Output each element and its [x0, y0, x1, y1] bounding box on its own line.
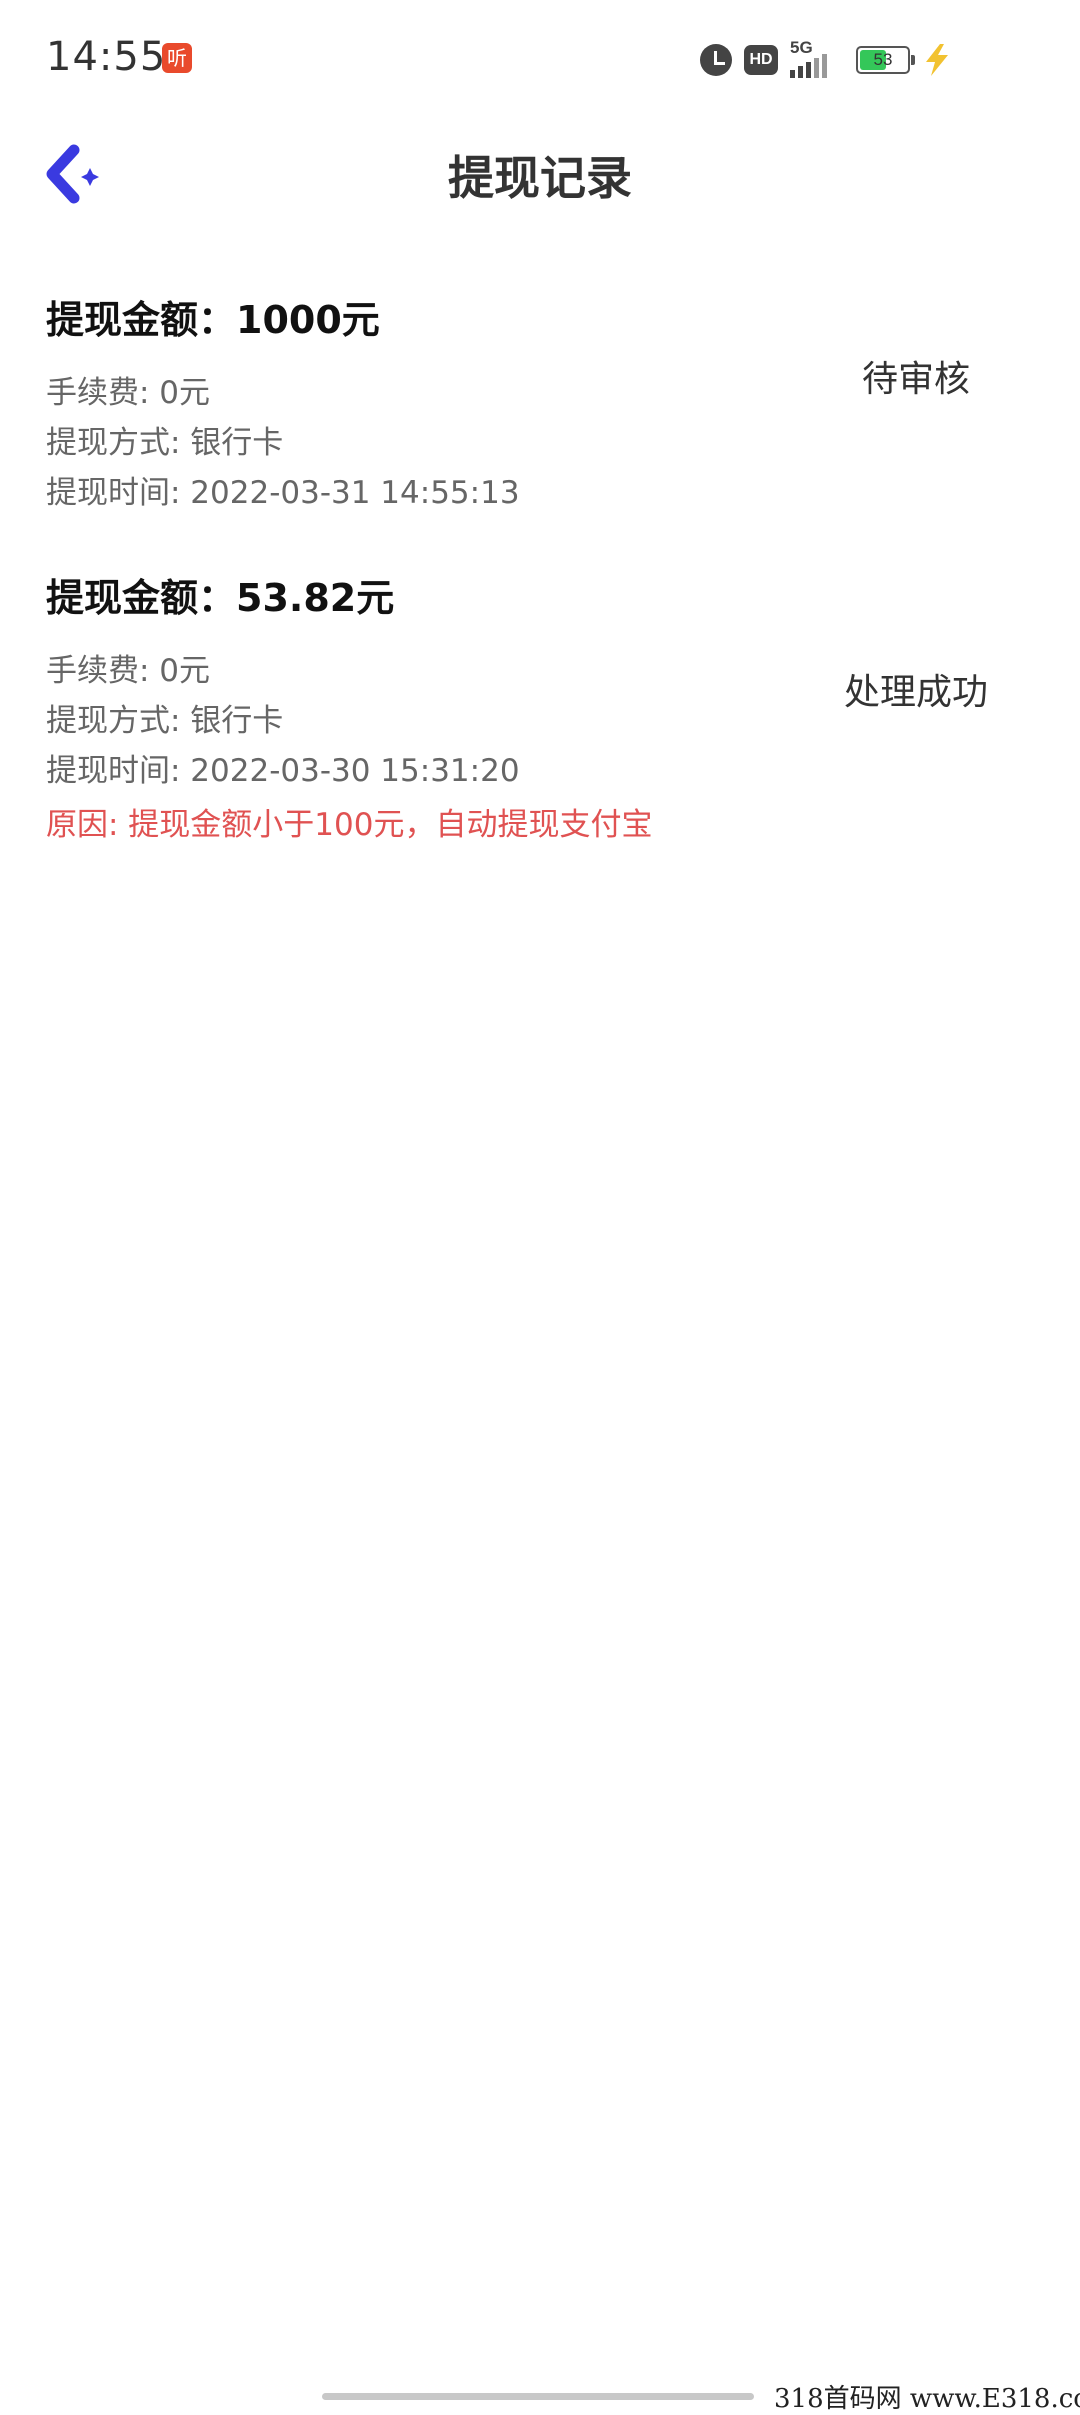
status-icons: HD 5G 53 — [700, 38, 952, 80]
hd-icon: HD — [744, 45, 778, 75]
network-type: 5G — [790, 38, 813, 57]
battery-level: 53 — [873, 50, 893, 69]
record-status: 待审核 — [861, 359, 970, 400]
withdrawal-record: 提现金额：53.82元 手续费: 0元 提现方式: 银行卡 提现时间: 2022… — [46, 568, 1046, 854]
record-amount: 提现金额：1000元 — [46, 298, 380, 342]
status-bar: 14:55 听 HD 5G 53 — [0, 0, 1080, 120]
home-indicator[interactable] — [322, 2393, 754, 2400]
signal-icon: 5G — [790, 38, 838, 78]
watermark: 318首码网 www.E318.com — [774, 2384, 1080, 2414]
listen-app-icon: 听 — [162, 43, 192, 73]
signal-bar — [798, 66, 803, 78]
record-time: 提现时间: 2022-03-30 15:31:20 — [46, 753, 520, 789]
battery-tip — [911, 55, 915, 65]
page-title: 提现记录 — [448, 151, 632, 205]
charging-bolt-icon — [926, 44, 948, 76]
signal-bar — [806, 62, 811, 78]
record-reason: 原因: 提现金额小于100元，自动提现支付宝 — [46, 807, 653, 843]
signal-bar — [790, 70, 795, 78]
signal-bar — [814, 58, 819, 78]
record-amount: 提现金额：53.82元 — [46, 576, 395, 620]
record-method: 提现方式: 银行卡 — [46, 425, 284, 461]
signal-bar — [822, 54, 827, 78]
status-time: 14:55 — [46, 34, 167, 80]
alarm-icon — [700, 44, 732, 76]
header: 提现记录 — [0, 120, 1080, 230]
battery-icon: 53 — [856, 46, 915, 74]
record-status: 处理成功 — [843, 672, 988, 713]
withdrawal-record: 提现金额：1000元 手续费: 0元 提现方式: 银行卡 提现时间: 2022-… — [46, 290, 1046, 518]
record-time: 提现时间: 2022-03-31 14:55:13 — [46, 475, 520, 511]
